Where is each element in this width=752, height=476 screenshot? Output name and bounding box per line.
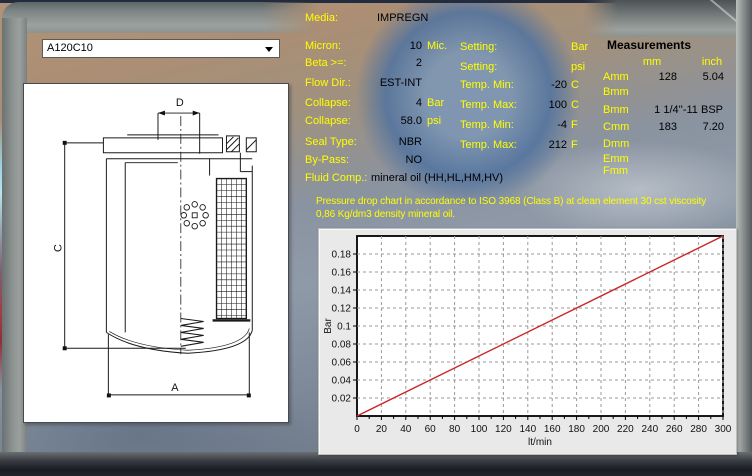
content-layer: A120C10 D C A Fluid Comp.: mineral oil (… [0,0,752,476]
x-tick-label: 80 [449,424,461,435]
y-tick-label: 0.18 [332,250,352,261]
spec-value: -20 [551,79,567,91]
x-tick-label: 160 [544,424,561,435]
measurement-mm-value: 128 [658,71,677,83]
spec-value: NBR [398,136,422,148]
spec-unit: psi [571,61,586,73]
measurements-title: Measurements [607,38,692,52]
spec-unit: Bar [427,97,445,109]
x-tick-label: 300 [715,424,732,435]
application-window: A120C10 D C A Fluid Comp.: mineral oil (… [0,0,752,476]
spec-value: 100 [548,99,567,111]
spec-label: Setting: [460,41,498,53]
model-combobox[interactable]: A120C10 [42,39,280,58]
chevron-down-icon[interactable] [265,47,273,52]
x-tick-label: 280 [690,424,707,435]
spec-label: Setting: [460,61,498,73]
spec-value: 2 [415,57,422,69]
y-axis-title: Bar [323,318,334,334]
x-tick-label: 240 [641,424,658,435]
x-axis-title: lt/min [528,437,552,448]
pressure-drop-chart: 0 20 40 60 80 100 120 140 160 180 200 220 240 260 280 3… [318,228,737,455]
spec-value: 212 [548,139,567,151]
y-tick-label: 0.1 [337,322,351,333]
measurement-label: Fmm [603,165,629,177]
measurement-inch-value: 7.20 [702,121,724,133]
x-tick-label: 200 [593,424,610,435]
x-tick-label: 140 [519,424,536,435]
dim-label-a: A [171,382,179,394]
chart-note-line1: Pressure drop chart in accordance to ISO… [316,196,707,207]
spec-label: Micron: [305,40,342,52]
filter-cross-section-drawing: D C A [53,97,257,398]
chart-canvas: 0 20 40 60 80 100 120 140 160 180 200 220 240 260 280 3… [323,235,732,448]
y-tick-label: 0.08 [332,340,352,351]
spec-label: Media: [305,12,339,24]
x-tick-label: 180 [568,424,585,435]
spec-value: 10 [409,40,422,52]
spec-value: IMPREGN [377,12,429,24]
spec-unit: F [571,139,578,151]
spec-value: 4 [415,97,422,109]
y-tick-label: 0.14 [332,286,352,297]
fluid-comp-value: mineral oil (HH,HL,HM,HV) [371,172,504,184]
x-tick-label: 260 [666,424,683,435]
measurement-span-value: 1 1/4''-11 BSP [654,104,723,116]
x-tick-label: 120 [495,424,512,435]
filter-drawing-panel: D C A [23,83,289,423]
spec-unit: psi [427,115,442,127]
dim-label-c: C [53,244,65,252]
y-tick-label: 0.16 [332,268,352,279]
measurement-label: Bmm [603,86,629,98]
measurement-label: Dmm [603,138,630,150]
fluid-comp-label: Fluid Comp.: [305,172,368,184]
spec-unit: C [571,99,579,111]
spec-value: EST-INT [379,77,422,89]
spec-unit: C [571,79,579,91]
measurement-mm-value: 183 [658,121,677,133]
measurement-inch-value: 5.04 [702,71,724,83]
spec-unit: Mic. [427,40,448,52]
spec-unit: F [571,119,578,131]
measurement-label: Amm [603,71,629,83]
chart-note-line2: 0,86 Kg/dm3 density mineral oil. [316,209,456,220]
y-tick-label: 0.02 [332,394,352,405]
spec-value: NO [405,154,423,166]
measurements-col-mm: mm [642,56,662,68]
spec-value: 58.0 [400,115,422,127]
x-tick-label: 0 [354,424,360,435]
measurements-col-inch: inch [701,56,723,68]
y-tick-label: 0.06 [332,358,352,369]
spec-value: -4 [557,119,567,131]
model-combobox-value: A120C10 [47,42,93,54]
y-tick-label: 0.04 [332,376,352,387]
measurement-label: Emm [603,153,629,165]
y-tick-label: 0.12 [332,304,352,315]
spec-unit: Bar [571,41,589,53]
x-tick-label: 60 [425,424,437,435]
x-tick-label: 220 [617,424,634,435]
drain-holes [180,201,209,230]
x-tick-label: 40 [400,424,412,435]
dim-label-d: D [176,97,184,109]
x-tick-label: 20 [376,424,388,435]
measurement-label: Cmm [603,121,630,133]
x-tick-label: 100 [471,424,488,435]
